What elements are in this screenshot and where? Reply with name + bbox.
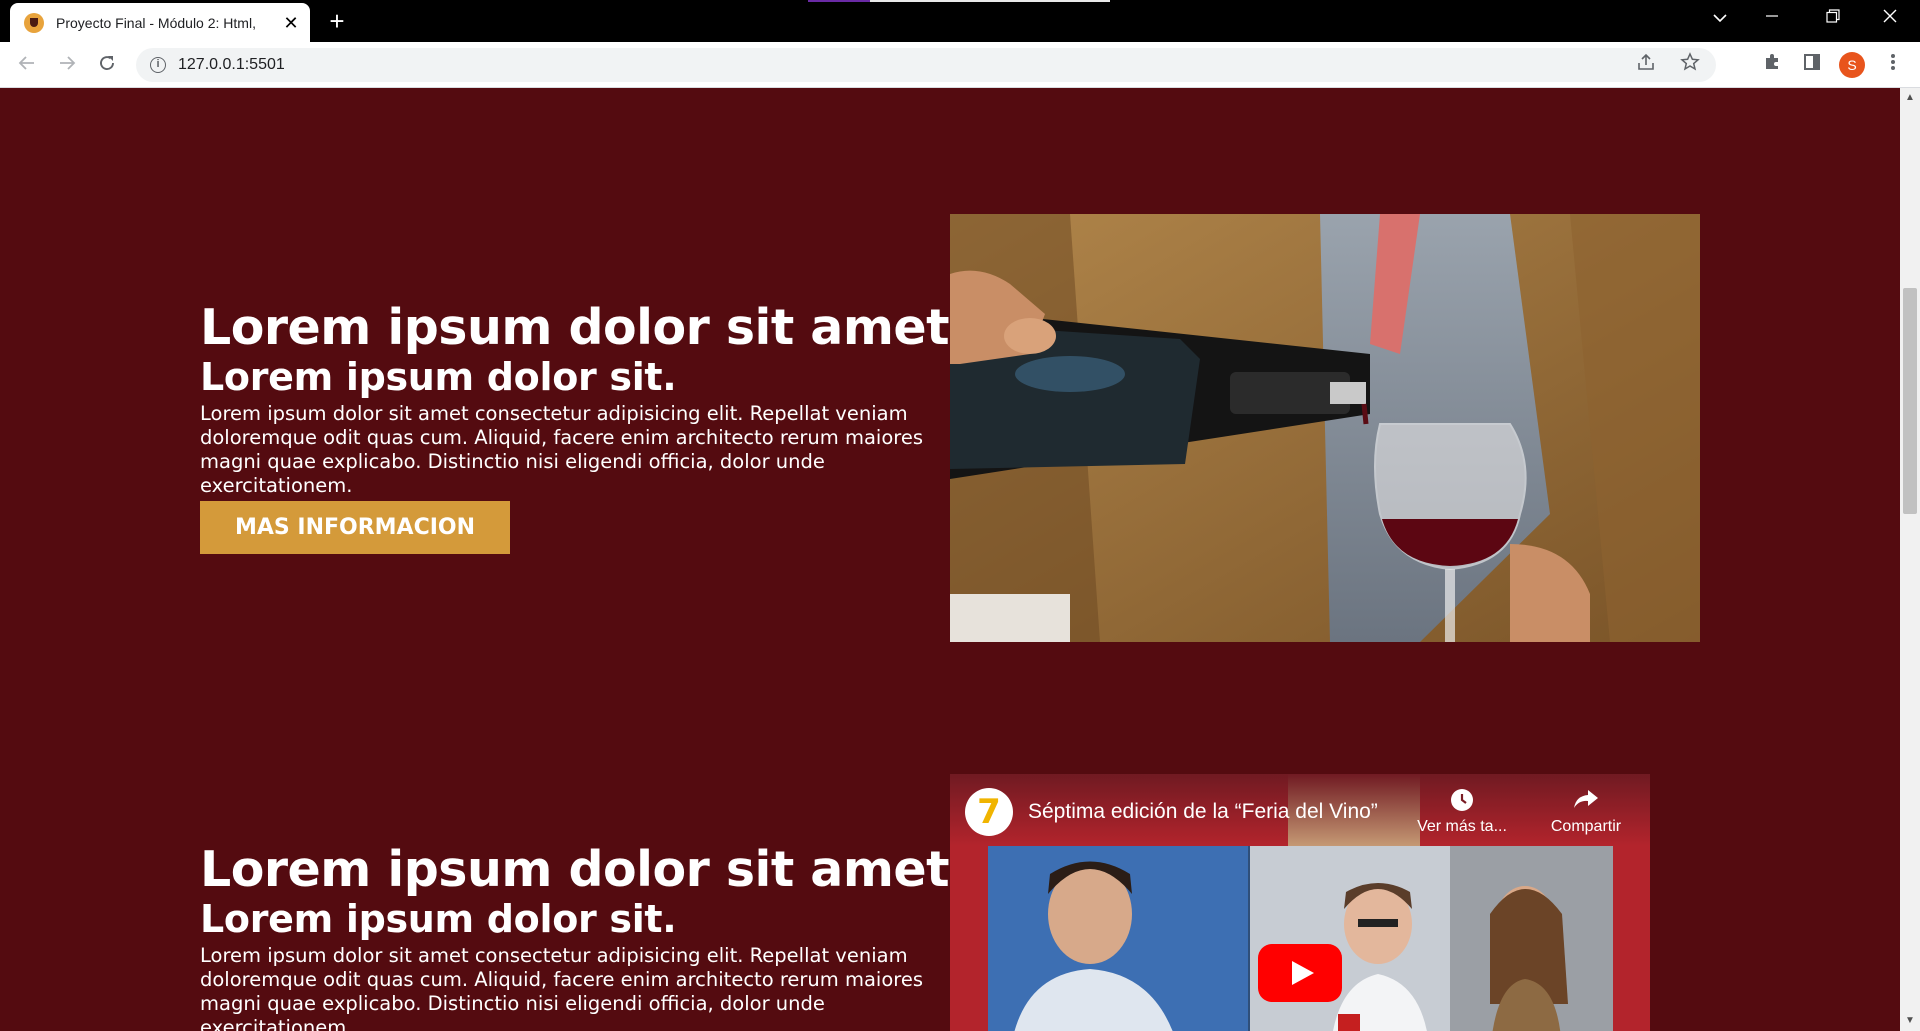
- kebab-menu-icon: [1891, 54, 1895, 70]
- new-tab-button[interactable]: +: [322, 8, 352, 36]
- play-button[interactable]: [1258, 944, 1342, 1002]
- section-2-text: Lorem ipsum dolor sit amet. Lorem ipsum …: [200, 841, 968, 1031]
- browser-menu-button[interactable]: [1878, 50, 1908, 80]
- reload-icon: [100, 56, 114, 70]
- tab-title: Proyecto Final - Módulo 2: Html,: [56, 14, 256, 31]
- section-1-text: Lorem ipsum dolor sit amet. Lorem ipsum …: [200, 299, 968, 554]
- share-video-button[interactable]: Compartir: [1536, 788, 1636, 836]
- more-info-button[interactable]: MAS INFORMACION: [200, 501, 510, 554]
- forward-arrow-icon: [60, 56, 76, 70]
- close-icon: [1883, 9, 1897, 23]
- chevron-down-icon: [1713, 14, 1727, 23]
- back-button[interactable]: [12, 50, 42, 80]
- side-panel-icon: [1804, 54, 1820, 70]
- section-1-heading: Lorem ipsum dolor sit amet.: [200, 299, 968, 356]
- scroll-up-arrow-icon[interactable]: ▲: [1900, 88, 1920, 108]
- side-panel-button[interactable]: [1797, 50, 1827, 80]
- section-1-subheading: Lorem ipsum dolor sit.: [200, 355, 677, 399]
- site-favicon-icon: [24, 12, 44, 33]
- watch-later-label: Ver más ta...: [1417, 818, 1507, 835]
- youtube-embed[interactable]: 7 Séptima edición de la “Feria del Vino”…: [950, 774, 1650, 1031]
- section-2-subheading: Lorem ipsum dolor sit.: [200, 897, 677, 941]
- share-icon[interactable]: [1636, 52, 1656, 72]
- tab-strip-accent: [870, 0, 1110, 2]
- browser-tab[interactable]: Proyecto Final - Módulo 2: Html, ✕: [10, 3, 310, 42]
- section-2-paragraph: Lorem ipsum dolor sit amet consectetur a…: [200, 944, 924, 1031]
- minimize-icon: [1766, 15, 1778, 17]
- address-bar[interactable]: i 127.0.0.1:5501: [136, 48, 1716, 82]
- tab-strip-accent: [808, 0, 870, 2]
- watch-later-button[interactable]: Ver más ta...: [1412, 788, 1512, 836]
- forward-button[interactable]: [52, 50, 82, 80]
- puzzle-icon: [1766, 54, 1778, 69]
- restore-button[interactable]: [1813, 4, 1853, 34]
- share-video-label: Compartir: [1550, 818, 1622, 835]
- browser-toolbar: i 127.0.0.1:5501 S: [0, 42, 1920, 88]
- tab-strip: Proyecto Final - Módulo 2: Html, ✕ +: [0, 0, 1920, 42]
- video-title[interactable]: Séptima edición de la “Feria del Vino”: [1028, 800, 1378, 824]
- extensions-button[interactable]: [1757, 50, 1787, 80]
- back-arrow-icon: [18, 56, 34, 70]
- tab-search-button[interactable]: [1700, 4, 1740, 34]
- profile-avatar[interactable]: S: [1839, 52, 1865, 78]
- url-text[interactable]: 127.0.0.1:5501: [178, 56, 285, 74]
- close-window-button[interactable]: [1870, 4, 1910, 34]
- star-icon[interactable]: [1680, 52, 1700, 72]
- clock-icon: [1412, 788, 1512, 818]
- section-1-paragraph: Lorem ipsum dolor sit amet consectetur a…: [200, 402, 924, 497]
- page-content: Lorem ipsum dolor sit amet. Lorem ipsum …: [0, 88, 1900, 1031]
- omnibox-actions: [1636, 52, 1700, 72]
- restore-icon: [1826, 9, 1840, 23]
- page-scrollbar[interactable]: ▲ ▼: [1900, 88, 1920, 1031]
- scroll-down-arrow-icon[interactable]: ▼: [1900, 1011, 1920, 1031]
- channel-logo[interactable]: 7: [965, 788, 1013, 836]
- tab-close-icon[interactable]: ✕: [282, 14, 300, 32]
- minimize-button[interactable]: [1752, 4, 1792, 34]
- reload-button[interactable]: [92, 50, 122, 80]
- info-icon[interactable]: i: [150, 57, 166, 73]
- wine-pouring-photo: [950, 214, 1700, 642]
- section-2-heading: Lorem ipsum dolor sit amet.: [200, 841, 968, 898]
- scroll-thumb[interactable]: [1903, 288, 1917, 514]
- share-arrow-icon: [1536, 788, 1636, 818]
